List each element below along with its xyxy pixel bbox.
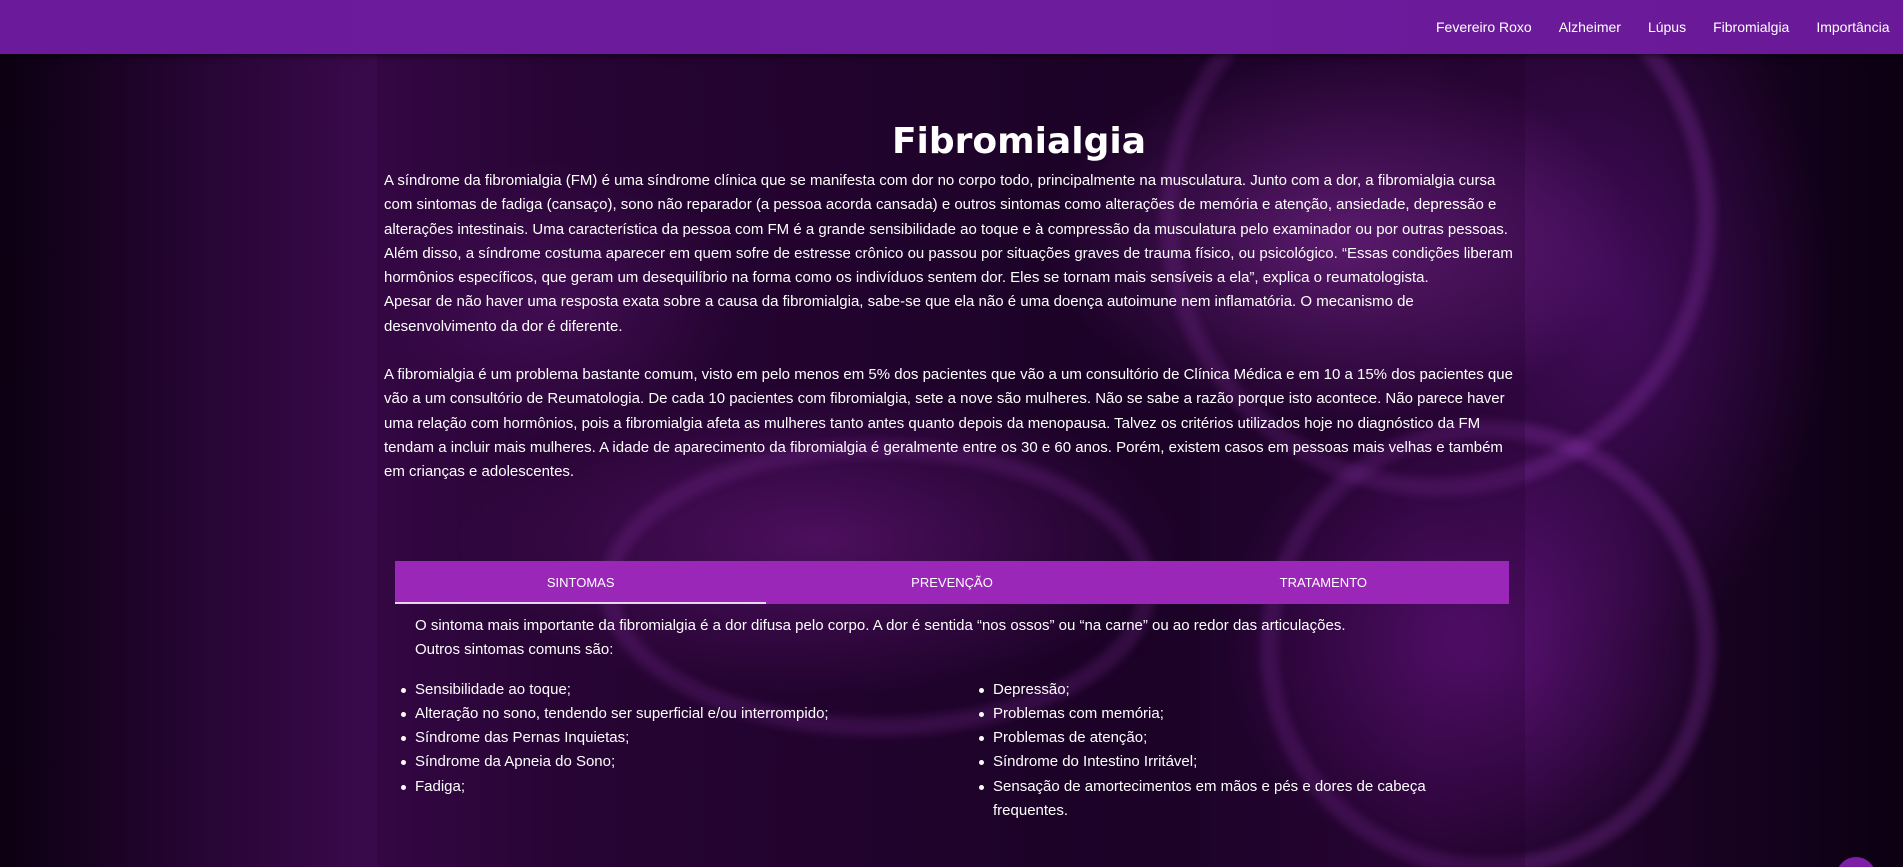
list-item: Problemas com memória;: [979, 702, 1459, 726]
nav-link-fevereiro-roxo[interactable]: Fevereiro Roxo: [1422, 19, 1545, 35]
main-content: Fibromialgia A síndrome da fibromialgia …: [384, 54, 1519, 485]
nav-links: Fevereiro Roxo Alzheimer Lúpus Fibromial…: [1422, 0, 1903, 54]
nav-link-importancia[interactable]: Importância: [1803, 19, 1903, 35]
intro-text: A síndrome da fibromialgia (FM) é uma sí…: [384, 169, 1519, 485]
intro-paragraph: A fibromialgia é um problema bastante co…: [384, 366, 1513, 481]
symptoms-intro-line: Outros sintomas comuns são:: [415, 641, 614, 659]
symptoms-intro-line: O sintoma mais importante da fibromialgi…: [415, 617, 1346, 634]
list-item: Alteração no sono, tendendo ser superfic…: [401, 702, 962, 726]
symptoms-lists: Sensibilidade ao toque; Alteração no son…: [384, 678, 1519, 824]
list-item: Problemas de atenção;: [979, 726, 1459, 750]
list-item: Síndrome da Apneia do Sono;: [401, 750, 962, 774]
list-item: Fadiga;: [401, 775, 962, 799]
list-item: Depressão;: [979, 678, 1459, 702]
symptoms-intro: O sintoma mais importante da fibromialgi…: [415, 614, 1519, 663]
tab-bar: SINTOMAS PREVENÇÃO TRATAMENTO: [395, 561, 1509, 604]
tab-tratamento[interactable]: TRATAMENTO: [1138, 561, 1509, 604]
list-item: Sensação de amortecimentos em mãos e pés…: [979, 775, 1459, 824]
tab-sintomas[interactable]: SINTOMAS: [395, 561, 767, 604]
symptoms-list-right: Depressão; Problemas com memória; Proble…: [962, 678, 1459, 824]
list-item: Síndrome das Pernas Inquietas;: [401, 726, 962, 750]
list-item: Sensibilidade ao toque;: [401, 678, 962, 702]
page-title: Fibromialgia: [891, 121, 1147, 162]
nav-link-fibromialgia[interactable]: Fibromialgia: [1700, 19, 1803, 35]
intro-paragraph: A síndrome da fibromialgia (FM) é uma sí…: [384, 172, 1508, 238]
tab-prevencao[interactable]: PREVENÇÃO: [766, 561, 1137, 604]
intro-paragraph: Além disso, a síndrome costuma aparecer …: [384, 244, 1513, 287]
tab-panel-sintomas: O sintoma mais importante da fibromialgi…: [384, 614, 1519, 823]
intro-paragraph: Apesar de não haver uma resposta exata s…: [384, 293, 1414, 335]
nav-link-lupus[interactable]: Lúpus: [1634, 19, 1699, 35]
nav-link-alzheimer[interactable]: Alzheimer: [1545, 19, 1634, 35]
top-navbar: Fevereiro Roxo Alzheimer Lúpus Fibromial…: [0, 0, 1903, 54]
list-item: Síndrome do Intestino Irritável;: [979, 750, 1459, 774]
symptoms-list-left: Sensibilidade ao toque; Alteração no son…: [384, 678, 962, 824]
